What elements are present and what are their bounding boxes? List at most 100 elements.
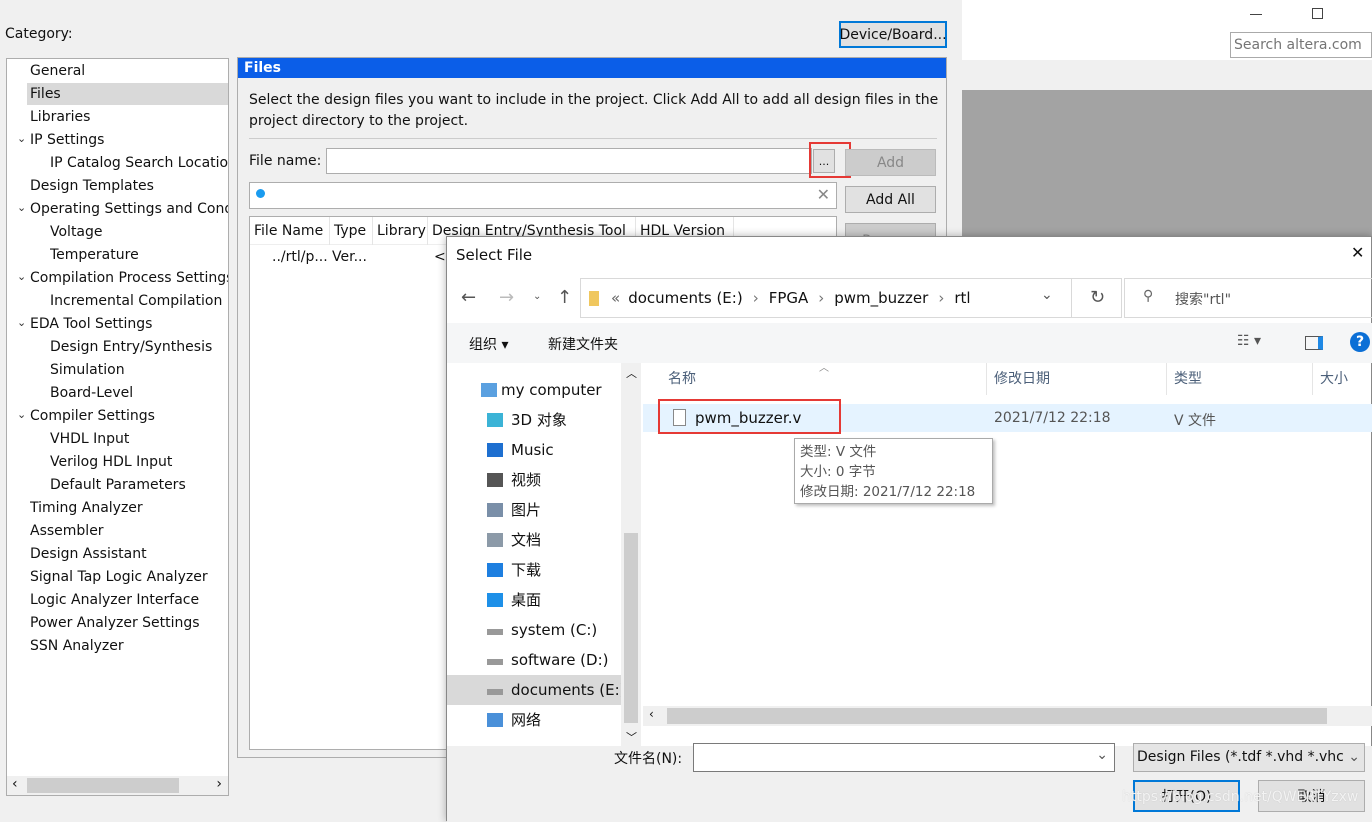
files-header: Files [238, 58, 946, 78]
music-icon [487, 443, 503, 457]
video-icon [487, 473, 503, 487]
chevron-right-icon: › [818, 289, 825, 307]
computer-icon [481, 383, 497, 397]
tree-item[interactable]: SSN Analyzer [30, 635, 228, 657]
tree-item[interactable]: Design Templates [30, 175, 228, 197]
expand-icon[interactable]: ⌄ [17, 408, 26, 421]
nav-item[interactable]: 图片 [447, 495, 621, 525]
breadcrumb-item[interactable]: documents (E:) [628, 289, 743, 307]
close-button[interactable]: ✕ [1351, 243, 1371, 262]
tree-horizontal-scrollbar[interactable]: ‹ › [7, 776, 228, 795]
column-header[interactable]: Library [373, 217, 428, 245]
device-board-button[interactable]: Device/Board... [839, 21, 947, 48]
nav-item[interactable]: my computer [447, 375, 621, 405]
restore-icon[interactable] [1312, 8, 1323, 19]
tree-item[interactable]: Board-Level [50, 382, 228, 404]
sort-indicator-icon: ︿ [819, 363, 829, 374]
drive-icon [487, 629, 503, 635]
breadcrumb-item[interactable]: rtl [954, 289, 970, 307]
scroll-thumb[interactable] [624, 533, 638, 723]
column-header[interactable]: 名称 [668, 367, 1001, 391]
preview-pane-icon[interactable] [1305, 336, 1323, 350]
filter-select[interactable]: Design Files (*.tdf *.vhd *.vhc ⌄ [1133, 743, 1365, 772]
nav-item[interactable]: 3D 对象 [447, 405, 621, 435]
address-bar[interactable]: «documents (E:) › FPGA › pwm_buzzer › rtl ⌄ ↻ [580, 278, 1122, 318]
breadcrumb-item[interactable]: FPGA [769, 289, 809, 307]
filename-input[interactable]: ⌄ [693, 743, 1115, 772]
tree-item[interactable]: Compilation Process Settings [30, 267, 228, 289]
tree-item[interactable]: Verilog HDL Input [50, 451, 228, 473]
dialog-footer: 文件名(N): ⌄ Design Files (*.tdf *.vhd *.vh… [447, 743, 1372, 822]
browser-toolbar [962, 60, 1372, 90]
breadcrumb: «documents (E:) › FPGA › pwm_buzzer › rtl [611, 289, 971, 307]
nav-item[interactable]: 下载 [447, 555, 621, 585]
tree-item[interactable]: Incremental Compilation [50, 290, 228, 312]
expand-icon[interactable]: ⌄ [17, 316, 26, 329]
column-header[interactable]: File Name [250, 217, 330, 245]
address-dropdown-icon[interactable]: ⌄ [1041, 287, 1053, 303]
column-header[interactable]: 大小 [1320, 367, 1371, 391]
tree-item[interactable]: IP Catalog Search Location [50, 152, 228, 174]
download-icon [487, 563, 503, 577]
tree-item[interactable]: Compiler Settings [30, 405, 228, 427]
command-bar: 组织 ▾ 新建文件夹 ☷ ▾ ? [447, 323, 1372, 363]
browser-search-input[interactable] [1230, 32, 1372, 58]
column-header[interactable]: 修改日期 [994, 367, 1164, 391]
back-icon[interactable]: ← [461, 287, 476, 308]
tree-item[interactable]: EDA Tool Settings [30, 313, 228, 335]
breadcrumb-item[interactable]: pwm_buzzer [834, 289, 928, 307]
up-icon[interactable]: ↑ [557, 287, 572, 308]
search-icon: ⚲ [1143, 288, 1154, 304]
expand-icon[interactable]: ⌄ [17, 270, 26, 283]
nav-scrollbar[interactable]: ︿ ﹀ [621, 363, 641, 746]
column-header[interactable]: Type [330, 217, 373, 245]
view-options-icon[interactable]: ☷ ▾ [1237, 333, 1261, 349]
nav-item[interactable]: 网络 [447, 705, 621, 735]
nav-item[interactable]: 桌面 [447, 585, 621, 615]
file-name-input[interactable] [326, 148, 812, 174]
tree-item[interactable]: Design Assistant [30, 543, 228, 565]
clear-icon[interactable]: ✕ [817, 185, 830, 204]
forward-icon[interactable]: → [499, 287, 514, 308]
organize-button[interactable]: 组织 ▾ [469, 334, 508, 354]
filter-input[interactable]: ✕ [249, 182, 837, 209]
tree-item[interactable]: Default Parameters [50, 474, 228, 496]
nav-item[interactable]: system (C:) [447, 615, 621, 645]
expand-icon[interactable]: ⌄ [17, 201, 26, 214]
tree-item[interactable]: Simulation [50, 359, 228, 381]
help-icon[interactable]: ? [1350, 332, 1370, 352]
files-description: Select the design files you want to incl… [249, 92, 939, 129]
category-label: Category: [5, 26, 73, 42]
new-folder-button[interactable]: 新建文件夹 [548, 334, 618, 354]
tree-item[interactable]: Signal Tap Logic Analyzer [30, 566, 228, 588]
tree-item[interactable]: Files [30, 83, 228, 105]
tree-item[interactable]: Libraries [30, 106, 228, 128]
nav-item[interactable]: 文档 [447, 525, 621, 555]
nav-item[interactable]: Music [447, 435, 621, 465]
refresh-icon[interactable]: ↻ [1071, 278, 1123, 318]
nav-item[interactable]: documents (E:) [447, 675, 621, 705]
nav-item[interactable]: 视频 [447, 465, 621, 495]
tree-item[interactable]: Temperature [50, 244, 228, 266]
tree-item[interactable]: Timing Analyzer [30, 497, 228, 519]
chevron-right-icon: › [938, 289, 945, 307]
tree-item[interactable]: Voltage [50, 221, 228, 243]
tree-item[interactable]: General [30, 60, 228, 82]
tree-item[interactable]: Logic Analyzer Interface [30, 589, 228, 611]
add-button[interactable]: Add [845, 149, 936, 176]
column-header[interactable]: 类型 [1174, 367, 1310, 391]
tree-item[interactable]: Design Entry/Synthesis [50, 336, 228, 358]
search-box[interactable]: ⚲ 搜索"rtl" [1124, 278, 1372, 318]
tree-item[interactable]: Operating Settings and Conditions [30, 198, 228, 220]
add-all-button[interactable]: Add All [845, 186, 936, 213]
horizontal-scrollbar[interactable]: ‹ [643, 706, 1372, 726]
expand-icon[interactable]: ⌄ [17, 132, 26, 145]
3d-objects-icon [487, 413, 503, 427]
tree-item[interactable]: Power Analyzer Settings [30, 612, 228, 634]
recent-dropdown-icon[interactable]: ⌄ [533, 291, 541, 302]
tree-item[interactable]: Assembler [30, 520, 228, 542]
tree-item[interactable]: IP Settings [30, 129, 228, 151]
nav-item[interactable]: software (D:) [447, 645, 621, 675]
minimize-icon[interactable] [1250, 14, 1262, 15]
tree-item[interactable]: VHDL Input [50, 428, 228, 450]
